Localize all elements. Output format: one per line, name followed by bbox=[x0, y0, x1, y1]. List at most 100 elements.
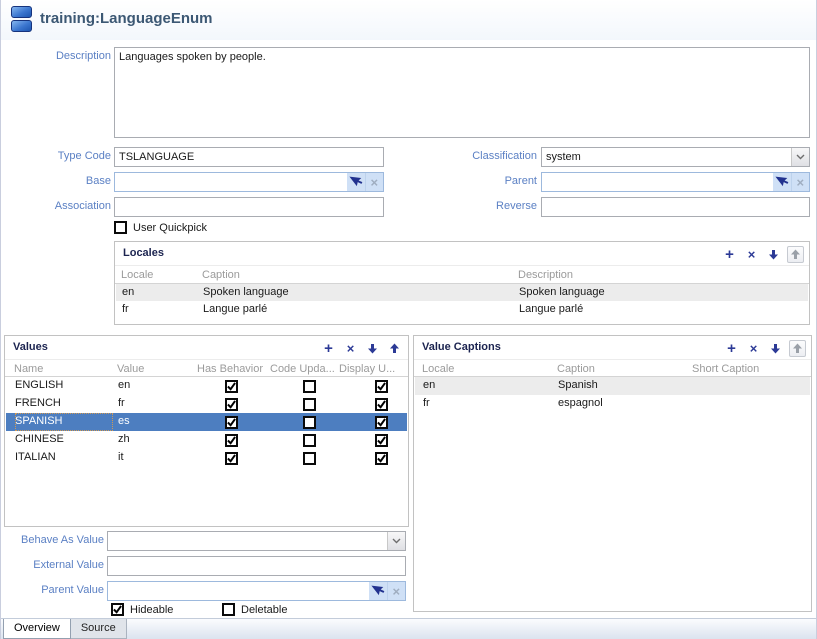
hideable-checkbox[interactable] bbox=[111, 603, 124, 616]
type-code-input[interactable]: TSLANGUAGE bbox=[114, 147, 384, 167]
has-behavior-checkbox[interactable] bbox=[225, 452, 238, 465]
clear-icon: × bbox=[796, 176, 804, 189]
add-icon[interactable]: + bbox=[320, 340, 337, 357]
delete-icon[interactable]: × bbox=[745, 340, 762, 357]
table-row[interactable]: frLangue parléLangue parlé bbox=[116, 301, 808, 318]
cell-name: SPANISH bbox=[15, 413, 113, 431]
locales-panel-title: Locales bbox=[123, 247, 164, 259]
association-label: Association bbox=[1, 200, 111, 212]
base-pick-button[interactable] bbox=[347, 173, 365, 191]
column-header: Name bbox=[14, 363, 43, 375]
table-row[interactable]: enSpoken languageSpoken language bbox=[116, 284, 808, 301]
table-row[interactable]: fr espagnol bbox=[415, 395, 810, 413]
description-label: Description bbox=[1, 50, 111, 62]
tab-overview[interactable]: Overview bbox=[3, 619, 71, 639]
delete-icon[interactable]: × bbox=[342, 340, 359, 357]
cell-name: ENGLISH bbox=[15, 377, 113, 395]
table-row[interactable]: CHINESE zh bbox=[6, 431, 407, 449]
parent-value-picker-field[interactable]: × bbox=[107, 581, 406, 601]
cell-name: ITALIAN bbox=[15, 449, 113, 467]
cell-description: Spoken language bbox=[519, 286, 804, 298]
parent-value-pick-button[interactable] bbox=[369, 582, 387, 600]
has-behavior-checkbox[interactable] bbox=[225, 380, 238, 393]
column-header: Caption bbox=[202, 269, 240, 281]
values-toolbar: +× bbox=[320, 339, 403, 357]
page-title: training:LanguageEnum bbox=[40, 10, 213, 27]
column-header: Display U... bbox=[339, 363, 395, 375]
table-row[interactable]: enSpanish bbox=[415, 377, 810, 395]
move-down-icon[interactable] bbox=[364, 340, 381, 357]
base-clear-button[interactable]: × bbox=[365, 173, 384, 191]
display-updatable-checkbox[interactable] bbox=[375, 398, 388, 411]
display-updatable-checkbox[interactable] bbox=[375, 452, 388, 465]
table-row[interactable]: SPANISHes bbox=[6, 413, 407, 431]
base-label: Base bbox=[1, 175, 111, 187]
column-header: Value bbox=[117, 363, 144, 375]
base-picker-field[interactable]: × bbox=[114, 172, 384, 192]
has-behavior-checkbox[interactable] bbox=[225, 416, 238, 429]
user-quickpick-label: User Quickpick bbox=[133, 222, 207, 234]
column-header: Short Caption bbox=[692, 363, 759, 375]
has-behavior-checkbox[interactable] bbox=[225, 434, 238, 447]
behave-as-value-label: Behave As Value bbox=[1, 534, 104, 546]
parent-value-clear-button[interactable]: × bbox=[387, 582, 406, 600]
picker-arrow-icon bbox=[371, 583, 384, 600]
classification-select[interactable]: system bbox=[541, 147, 810, 167]
user-quickpick-checkbox[interactable] bbox=[114, 221, 127, 234]
classification-label: Classification bbox=[401, 150, 537, 162]
tab-source[interactable]: Source bbox=[71, 619, 127, 639]
parent-picker-field[interactable]: × bbox=[541, 172, 810, 192]
table-row[interactable]: FRENCHfr bbox=[6, 395, 407, 413]
parent-value-label: Parent Value bbox=[1, 584, 104, 596]
cell-name: CHINESE bbox=[15, 431, 113, 449]
code-updatable-checkbox[interactable] bbox=[303, 434, 316, 447]
cell-value: zh bbox=[118, 433, 193, 445]
display-updatable-checkbox[interactable] bbox=[375, 434, 388, 447]
deletable-checkbox[interactable] bbox=[222, 603, 235, 616]
locales-toolbar: +× bbox=[721, 245, 804, 263]
cell-value: it bbox=[118, 451, 193, 463]
behave-as-value-select[interactable] bbox=[107, 531, 406, 551]
display-updatable-checkbox[interactable] bbox=[375, 416, 388, 429]
column-header: Description bbox=[518, 269, 573, 281]
display-updatable-checkbox[interactable] bbox=[375, 380, 388, 393]
parent-clear-button[interactable]: × bbox=[791, 173, 810, 191]
column-header: Locale bbox=[121, 269, 153, 281]
external-value-input[interactable] bbox=[107, 556, 406, 576]
has-behavior-checkbox[interactable] bbox=[225, 398, 238, 411]
description-input[interactable]: Languages spoken by people. bbox=[114, 47, 810, 138]
cell-caption: Langue parlé bbox=[203, 303, 503, 315]
parent-label: Parent bbox=[401, 175, 537, 187]
column-header: Locale bbox=[422, 363, 454, 375]
cell-caption: espagnol bbox=[558, 397, 686, 409]
cell-locale: fr bbox=[423, 397, 551, 409]
cell-locale: en bbox=[122, 286, 200, 298]
code-updatable-checkbox[interactable] bbox=[303, 452, 316, 465]
values-panel: Values +× NameValueHas BehaviorCode Upda… bbox=[4, 335, 409, 527]
cell-value: en bbox=[118, 379, 193, 391]
move-down-icon[interactable] bbox=[765, 246, 782, 263]
add-icon[interactable]: + bbox=[723, 340, 740, 357]
code-updatable-checkbox[interactable] bbox=[303, 380, 316, 393]
add-icon[interactable]: + bbox=[721, 246, 738, 263]
column-header: Has Behavior bbox=[197, 363, 263, 375]
move-down-icon[interactable] bbox=[767, 340, 784, 357]
clear-icon: × bbox=[370, 176, 378, 189]
dropdown-chevron-icon bbox=[387, 532, 405, 550]
external-value-label: External Value bbox=[1, 559, 104, 571]
parent-pick-button[interactable] bbox=[773, 173, 791, 191]
code-updatable-checkbox[interactable] bbox=[303, 398, 316, 411]
value-captions-panel: Value Captions +× LocaleCaptionShort Cap… bbox=[413, 335, 812, 612]
header: training:LanguageEnum bbox=[1, 0, 816, 40]
move-up-icon[interactable] bbox=[386, 340, 403, 357]
association-input[interactable] bbox=[114, 197, 384, 217]
delete-icon[interactable]: × bbox=[743, 246, 760, 263]
type-code-label: Type Code bbox=[1, 150, 111, 162]
table-row[interactable]: ITALIAN it bbox=[6, 449, 407, 467]
picker-arrow-icon bbox=[349, 174, 362, 191]
reverse-input[interactable] bbox=[541, 197, 810, 217]
cell-locale: en bbox=[423, 379, 551, 391]
table-row[interactable]: ENGLISH en bbox=[6, 377, 407, 395]
hideable-label: Hideable bbox=[130, 604, 173, 616]
code-updatable-checkbox[interactable] bbox=[303, 416, 316, 429]
